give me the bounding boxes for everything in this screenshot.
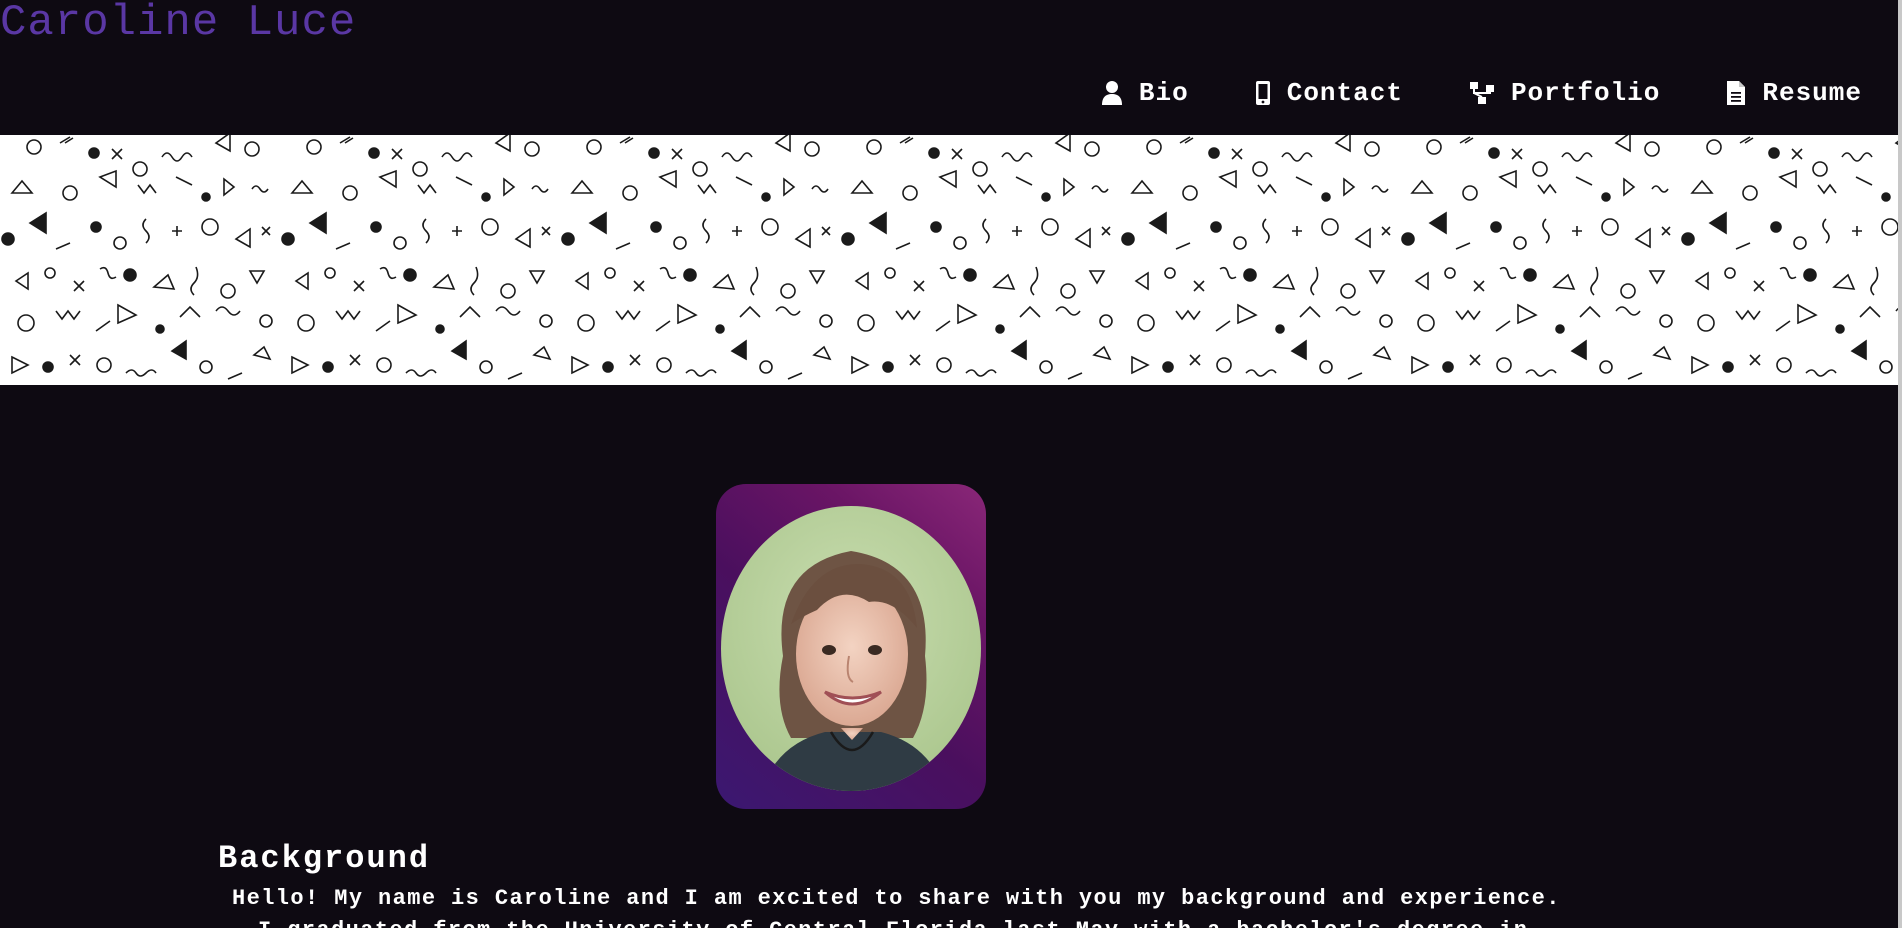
main-nav: Bio Contact Portfolio Resume: [1035, 78, 1862, 108]
document-icon: [1727, 81, 1746, 105]
nav-item-resume[interactable]: Resume: [1726, 78, 1862, 108]
background-heading: Background: [218, 840, 431, 877]
nav-item-contact[interactable]: Contact: [1255, 78, 1403, 108]
profile-photo: [721, 506, 981, 791]
nav-item-label: Bio: [1138, 78, 1189, 108]
nav-item-label: Portfolio: [1510, 78, 1661, 108]
nav-item-label: Contact: [1286, 78, 1403, 108]
user-icon: [1101, 81, 1122, 105]
header-banner: [0, 135, 1898, 385]
profile-photo-frame: [716, 484, 986, 809]
mobile-phone-icon: [1255, 81, 1270, 105]
nav-item-portfolio[interactable]: Portfolio: [1469, 78, 1660, 108]
scrollbar-track[interactable]: [1898, 0, 1902, 928]
bio-paragraph-line: Hello! My name is Caroline and I am exci…: [232, 886, 1561, 911]
nav-item-label: Resume: [1762, 78, 1862, 108]
sitemap-icon: [1469, 82, 1494, 104]
nav-item-bio[interactable]: Bio: [1101, 78, 1189, 108]
bio-paragraph-line: I graduated from the University of Centr…: [258, 918, 1528, 928]
memphis-pattern: [0, 135, 1898, 385]
site-title[interactable]: Caroline Luce: [0, 0, 356, 48]
